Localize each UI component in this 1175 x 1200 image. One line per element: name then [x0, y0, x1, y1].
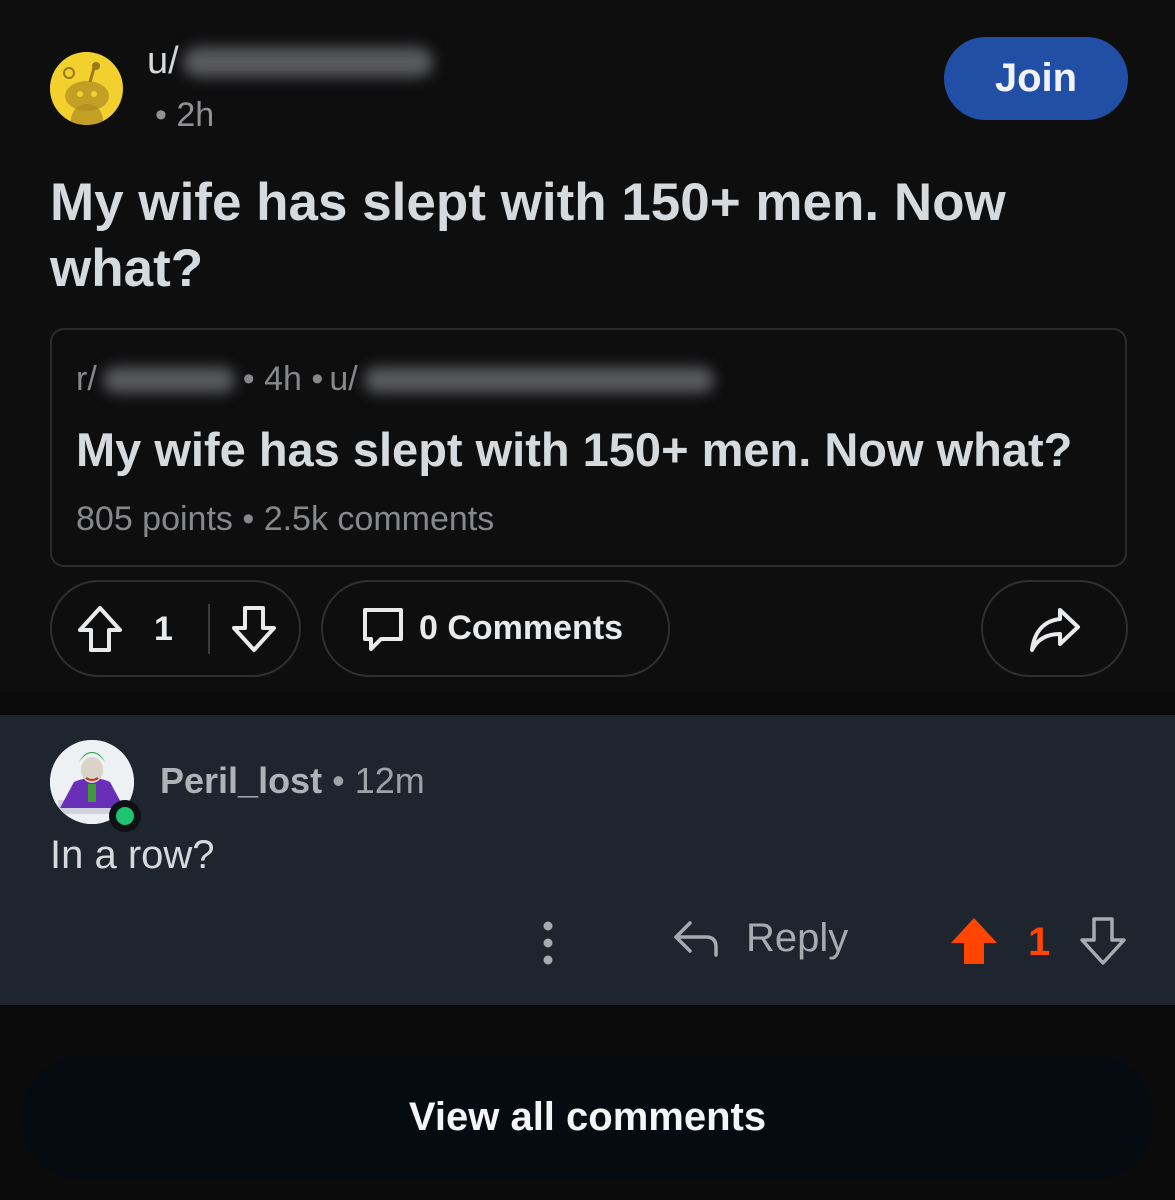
- comment-body: In a row?: [50, 833, 215, 877]
- reply-label: Reply: [746, 916, 849, 960]
- comment-meta: Peril_lost • 12m: [160, 760, 425, 802]
- upvote-icon[interactable]: [76, 604, 124, 654]
- upvote-active-icon[interactable]: [948, 915, 1000, 967]
- redacted-subreddit: [102, 366, 235, 393]
- crosspost-meta: r/ • 4h • u/: [76, 360, 714, 399]
- reply-button[interactable]: Reply: [672, 916, 848, 961]
- vote-divider: [208, 604, 210, 654]
- vote-bar: 1: [50, 580, 301, 677]
- share-button[interactable]: [981, 580, 1128, 677]
- author-avatar[interactable]: [50, 52, 123, 125]
- crosspost-card[interactable]: r/ • 4h • u/ My wife has slept with 150+…: [50, 328, 1127, 567]
- share-icon: [1029, 607, 1080, 652]
- downvote-icon[interactable]: [1078, 915, 1128, 967]
- online-status-indicator: [109, 800, 141, 832]
- downvote-icon[interactable]: [230, 604, 278, 654]
- reply-icon: [674, 920, 718, 957]
- comments-label: 0 Comments: [419, 609, 624, 647]
- crosspost-sub-prefix: r/: [76, 360, 97, 398]
- snoo-avatar-icon: [50, 52, 122, 125]
- crosspost-time: • 4h •: [242, 360, 324, 398]
- post-time: • 2h: [155, 96, 215, 134]
- comment-icon: [363, 607, 403, 651]
- join-button[interactable]: Join: [944, 37, 1128, 120]
- crosspost-stats: 805 points • 2.5k comments: [76, 500, 495, 538]
- comments-button[interactable]: 0 Comments: [321, 580, 670, 677]
- comment-actions: Reply 1: [0, 910, 1175, 980]
- post-vote-count: 1: [154, 610, 173, 648]
- more-icon[interactable]: [530, 918, 566, 968]
- view-all-comments-button[interactable]: View all comments: [22, 1055, 1153, 1180]
- post-card: u/ • 2h Join My wife has slept with 150+…: [0, 0, 1175, 692]
- comment-score: 1: [1028, 920, 1051, 964]
- crosspost-user-prefix: u/: [329, 360, 358, 398]
- post-author[interactable]: u/: [147, 40, 433, 83]
- author-prefix: u/: [147, 40, 179, 82]
- post-title[interactable]: My wife has slept with 150+ men. Now wha…: [50, 170, 1120, 302]
- redacted-crosspost-user: [363, 366, 714, 393]
- redacted-username: [182, 46, 433, 77]
- comment-time: • 12m: [332, 760, 425, 801]
- comment-item: Peril_lost • 12m In a row? Reply 1: [0, 715, 1175, 1005]
- comment-author[interactable]: Peril_lost: [160, 760, 322, 801]
- crosspost-title: My wife has slept with 150+ men. Now wha…: [76, 423, 1073, 476]
